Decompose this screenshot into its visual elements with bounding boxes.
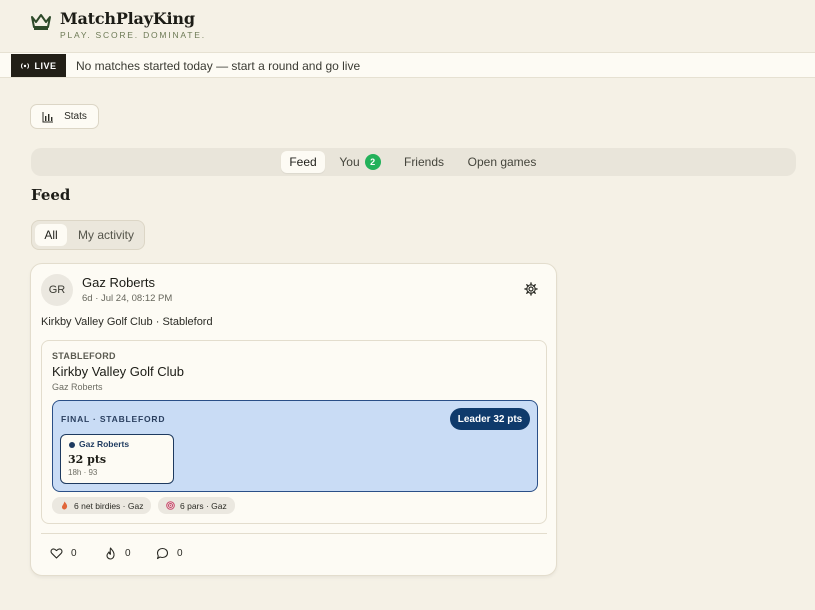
app-header: MatchPlayKing PLAY. SCORE. DOMINATE.: [0, 0, 815, 52]
stats-button-label: Stats: [64, 111, 87, 122]
round-player: Gaz Roberts: [52, 382, 103, 392]
course-name: Kirkby Valley Golf Club: [52, 364, 184, 379]
tab-you[interactable]: You 2: [334, 151, 386, 173]
comment-button[interactable]: 0: [156, 546, 183, 560]
highlight-chip: 6 net birdies · Gaz: [52, 497, 152, 514]
tab-feed[interactable]: Feed: [281, 151, 325, 173]
feed-post: GR Gaz Roberts 6d · Jul 24, 08:12 PM Kir…: [30, 263, 557, 576]
leader-badge: Leader 32 pts: [450, 408, 530, 430]
format-label: STABLEFORD: [52, 351, 116, 361]
like-button[interactable]: 0: [50, 546, 77, 560]
score-meta: 18h · 93: [68, 468, 98, 477]
comment-count: 0: [177, 547, 183, 559]
filter-all[interactable]: All: [35, 224, 67, 246]
main-tabs: Feed You 2 Friends Open games: [31, 148, 796, 176]
highlight-label: 6 pars · Gaz: [180, 500, 227, 511]
post-subtitle: Kirkby Valley Golf Club · Stableford: [41, 316, 213, 328]
highlight-label: 6 net birdies · Gaz: [74, 500, 144, 511]
target-icon: [166, 501, 175, 510]
final-label: FINAL · STABLEFORD: [61, 414, 166, 424]
live-banner: LIVE No matches started today — start a …: [0, 52, 815, 78]
score-points: 32 pts: [68, 453, 107, 466]
avatar[interactable]: GR: [41, 274, 73, 306]
gear-icon[interactable]: [524, 282, 538, 296]
filter-my-activity[interactable]: My activity: [70, 224, 142, 246]
comment-icon: [156, 547, 169, 559]
tab-you-label: You: [339, 155, 360, 169]
score-player-name: Gaz Roberts: [79, 439, 130, 449]
page-title: Feed: [31, 186, 71, 204]
live-message: No matches started today — start a round…: [76, 59, 361, 73]
bar-chart-icon: [42, 111, 54, 122]
live-badge-label: LIVE: [34, 60, 57, 71]
highlight-chip: 6 pars · Gaz: [158, 497, 235, 514]
live-badge[interactable]: LIVE: [11, 54, 66, 77]
brand-name[interactable]: MatchPlayKing: [60, 9, 195, 28]
round-card[interactable]: STABLEFORD Kirkby Valley Golf Club Gaz R…: [41, 340, 547, 524]
brand-tagline: PLAY. SCORE. DOMINATE.: [60, 30, 206, 40]
result-panel: FINAL · STABLEFORD Leader 32 pts Gaz Rob…: [52, 400, 538, 492]
broadcast-icon: [21, 62, 30, 69]
divider: [41, 533, 547, 534]
heart-icon: [50, 547, 63, 559]
fire-button[interactable]: 0: [104, 546, 131, 560]
feed-filter: All My activity: [31, 220, 145, 250]
tab-friends[interactable]: Friends: [397, 151, 451, 173]
player-score-card[interactable]: Gaz Roberts 32 pts 18h · 93: [60, 434, 174, 484]
tab-open-games[interactable]: Open games: [463, 151, 541, 173]
post-timestamp: 6d · Jul 24, 08:12 PM: [82, 293, 173, 304]
fire-count: 0: [125, 547, 131, 559]
player-dot-icon: [69, 442, 75, 448]
stats-button[interactable]: Stats: [30, 104, 99, 129]
flame-outline-icon: [106, 546, 115, 560]
notification-badge: 2: [364, 154, 381, 170]
post-author[interactable]: Gaz Roberts: [82, 275, 155, 290]
like-count: 0: [71, 547, 77, 559]
flame-icon: [61, 501, 68, 510]
crown-icon: [31, 14, 51, 30]
